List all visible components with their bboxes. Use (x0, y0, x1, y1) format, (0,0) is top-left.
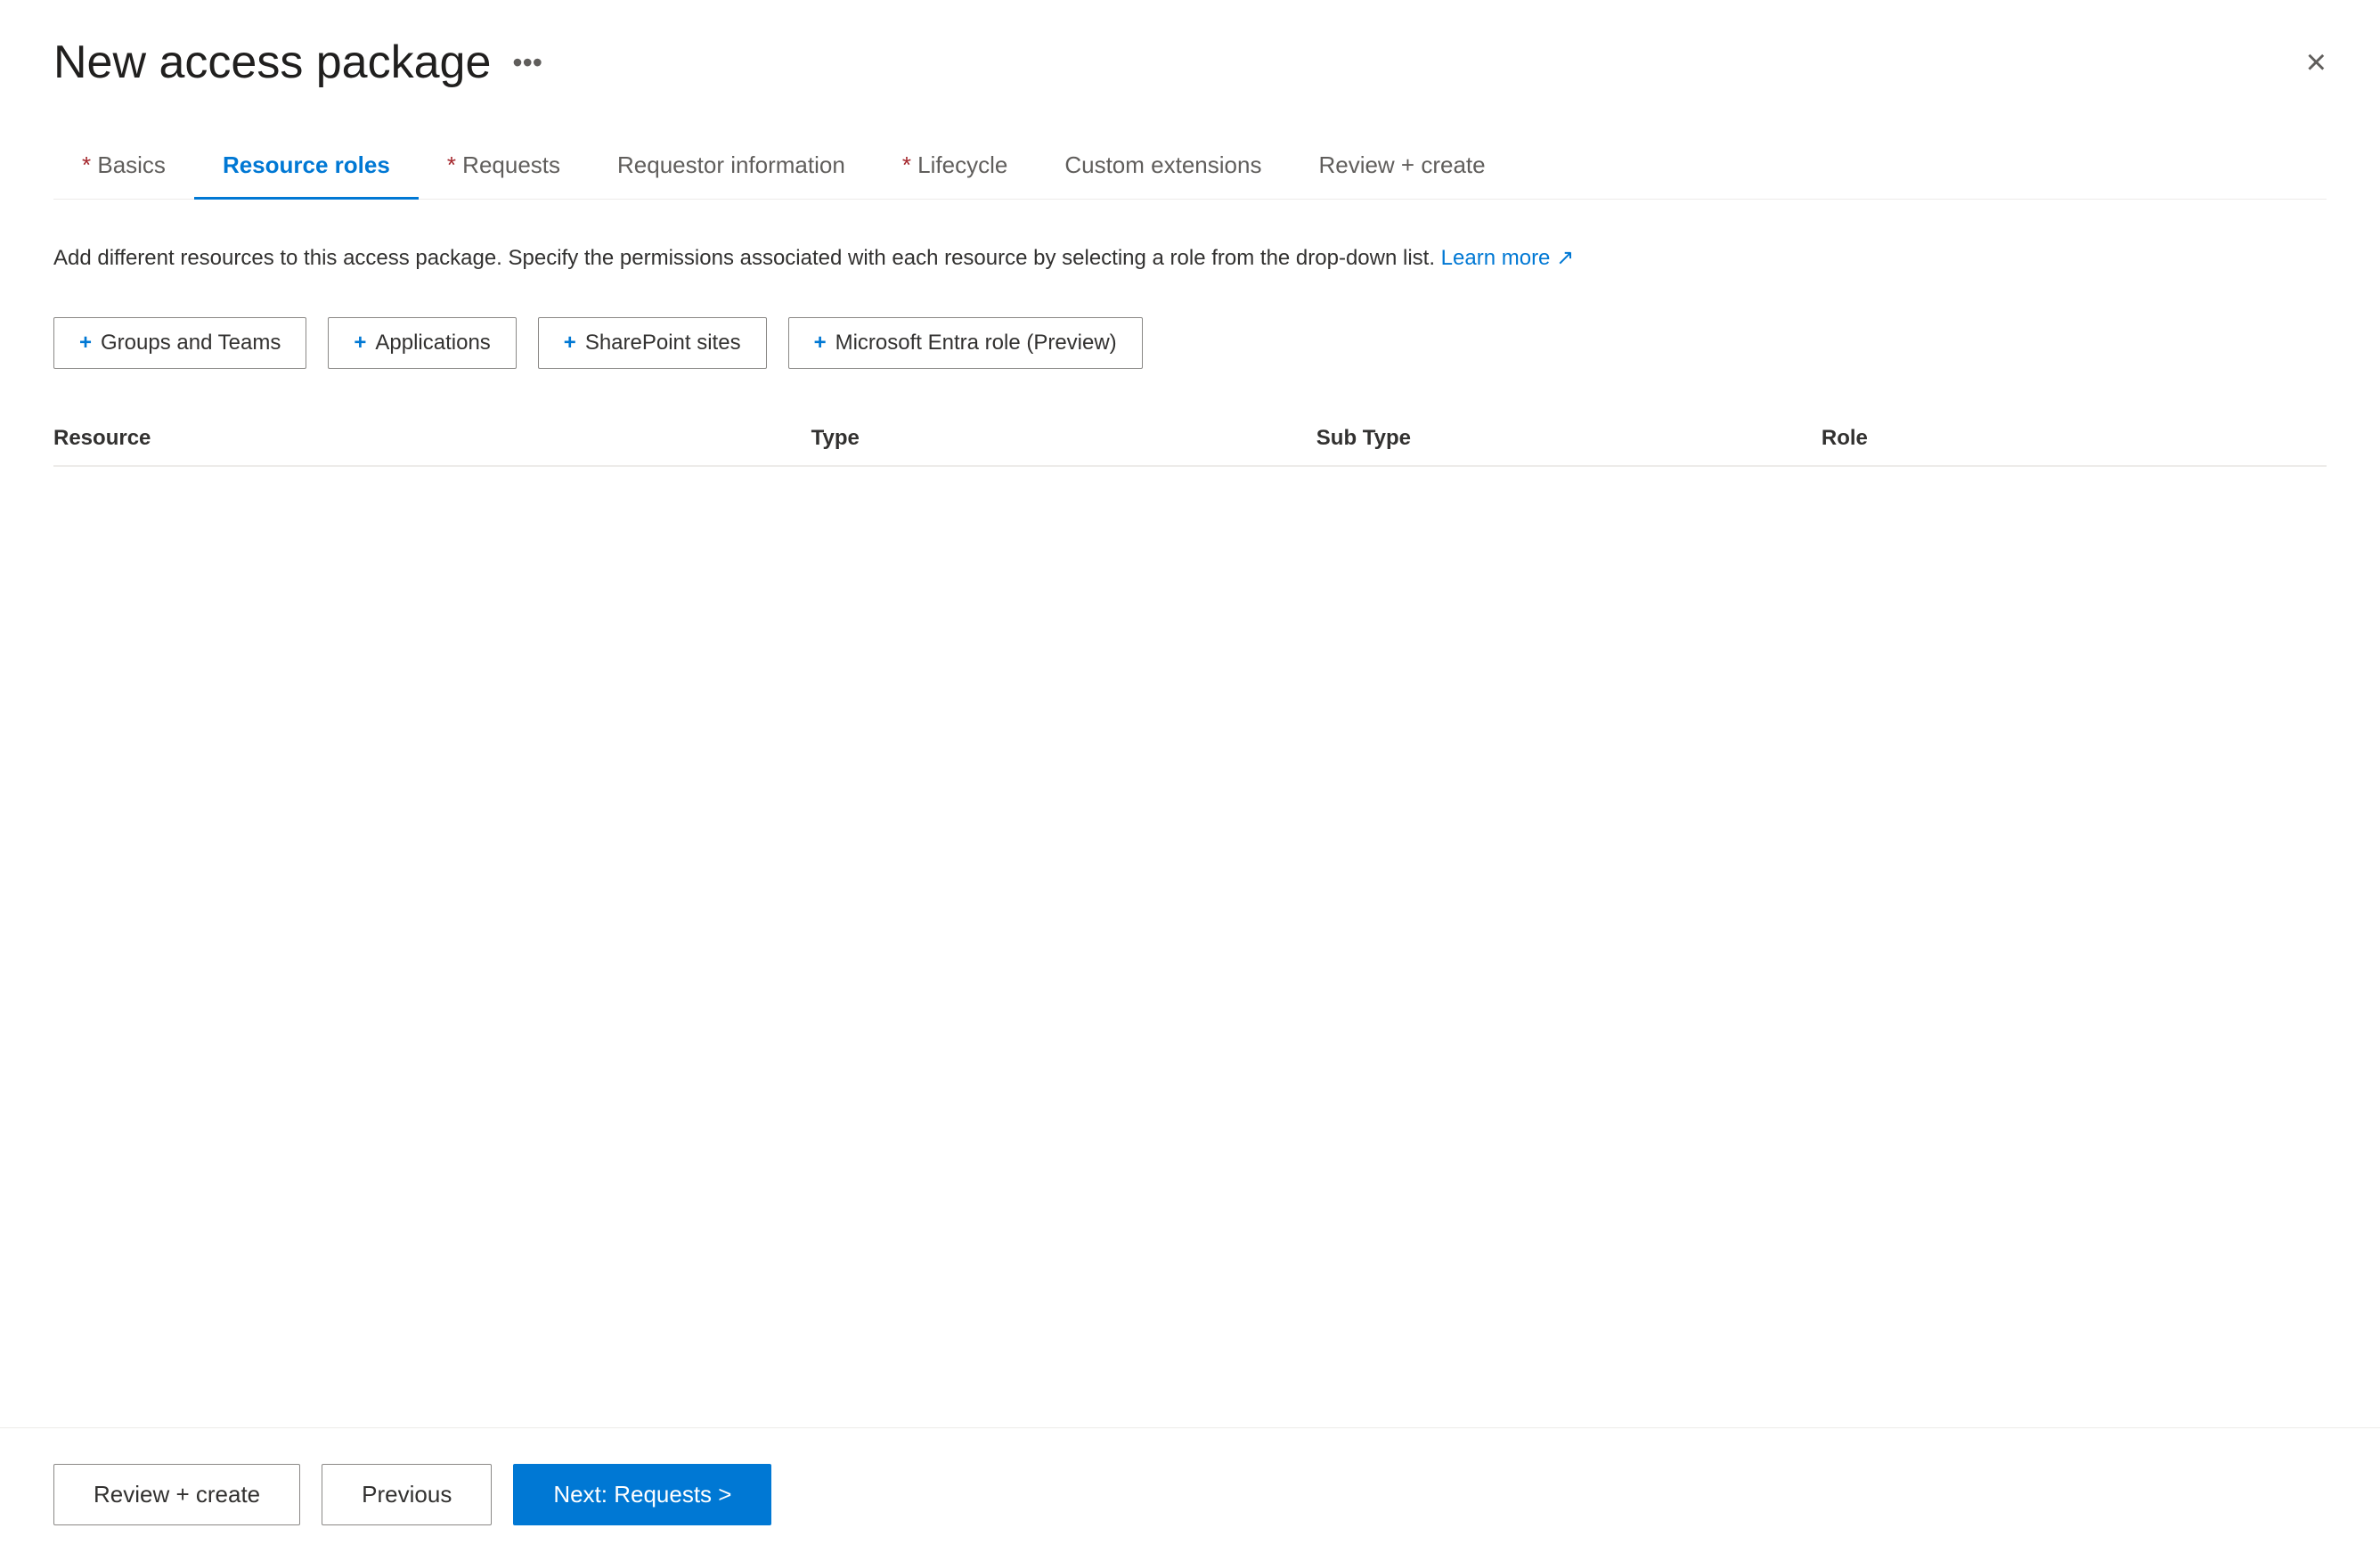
entra-role-label: Microsoft Entra role (Preview) (835, 331, 1117, 356)
plus-icon-entra: + (814, 331, 827, 356)
required-asterisk-lifecycle: * (902, 151, 911, 178)
tab-navigation: * Basics Resource roles * Requests Reque… (53, 134, 2327, 200)
plus-icon-sharepoint: + (564, 331, 576, 356)
learn-more-link[interactable]: Learn more ↗ (1441, 246, 1575, 270)
applications-label: Applications (375, 331, 490, 356)
tab-requestor-information[interactable]: Requestor information (589, 134, 874, 200)
previous-button[interactable]: Previous (322, 1464, 492, 1525)
groups-teams-label: Groups and Teams (101, 331, 281, 356)
tab-basics[interactable]: * Basics (53, 134, 194, 200)
table-header-row: Resource Type Sub Type Role (53, 412, 2327, 466)
tab-lifecycle[interactable]: * Lifecycle (874, 134, 1037, 200)
add-groups-teams-button[interactable]: + Groups and Teams (53, 317, 306, 369)
resource-type-buttons: + Groups and Teams + Applications + Shar… (53, 317, 2327, 369)
column-header-type: Type (811, 426, 1316, 451)
required-asterisk-requests: * (447, 151, 456, 178)
tab-review-create[interactable]: Review + create (1290, 134, 1513, 200)
description-text: Add different resources to this access p… (53, 242, 1657, 274)
column-header-resource: Resource (53, 426, 811, 451)
required-asterisk: * (82, 151, 91, 178)
footer-actions: Review + create Previous Next: Requests … (0, 1427, 2380, 1561)
column-header-role: Role (1822, 426, 2327, 451)
add-applications-button[interactable]: + Applications (328, 317, 516, 369)
page-title: New access package (53, 36, 491, 89)
close-button[interactable]: × (2306, 45, 2327, 80)
tab-resource-roles[interactable]: Resource roles (194, 134, 419, 200)
tab-requests[interactable]: * Requests (419, 134, 589, 200)
tab-custom-extensions[interactable]: Custom extensions (1036, 134, 1290, 200)
column-header-subtype: Sub Type (1316, 426, 1822, 451)
review-create-button[interactable]: Review + create (53, 1464, 300, 1525)
plus-icon-apps: + (354, 331, 366, 356)
more-options-icon[interactable]: ••• (512, 46, 542, 79)
add-entra-role-button[interactable]: + Microsoft Entra role (Preview) (788, 317, 1143, 369)
resources-table: Resource Type Sub Type Role (53, 412, 2327, 1561)
next-requests-button[interactable]: Next: Requests > (513, 1464, 771, 1525)
table-divider (53, 466, 2327, 467)
add-sharepoint-button[interactable]: + SharePoint sites (538, 317, 767, 369)
plus-icon: + (79, 331, 92, 356)
sharepoint-label: SharePoint sites (585, 331, 741, 356)
